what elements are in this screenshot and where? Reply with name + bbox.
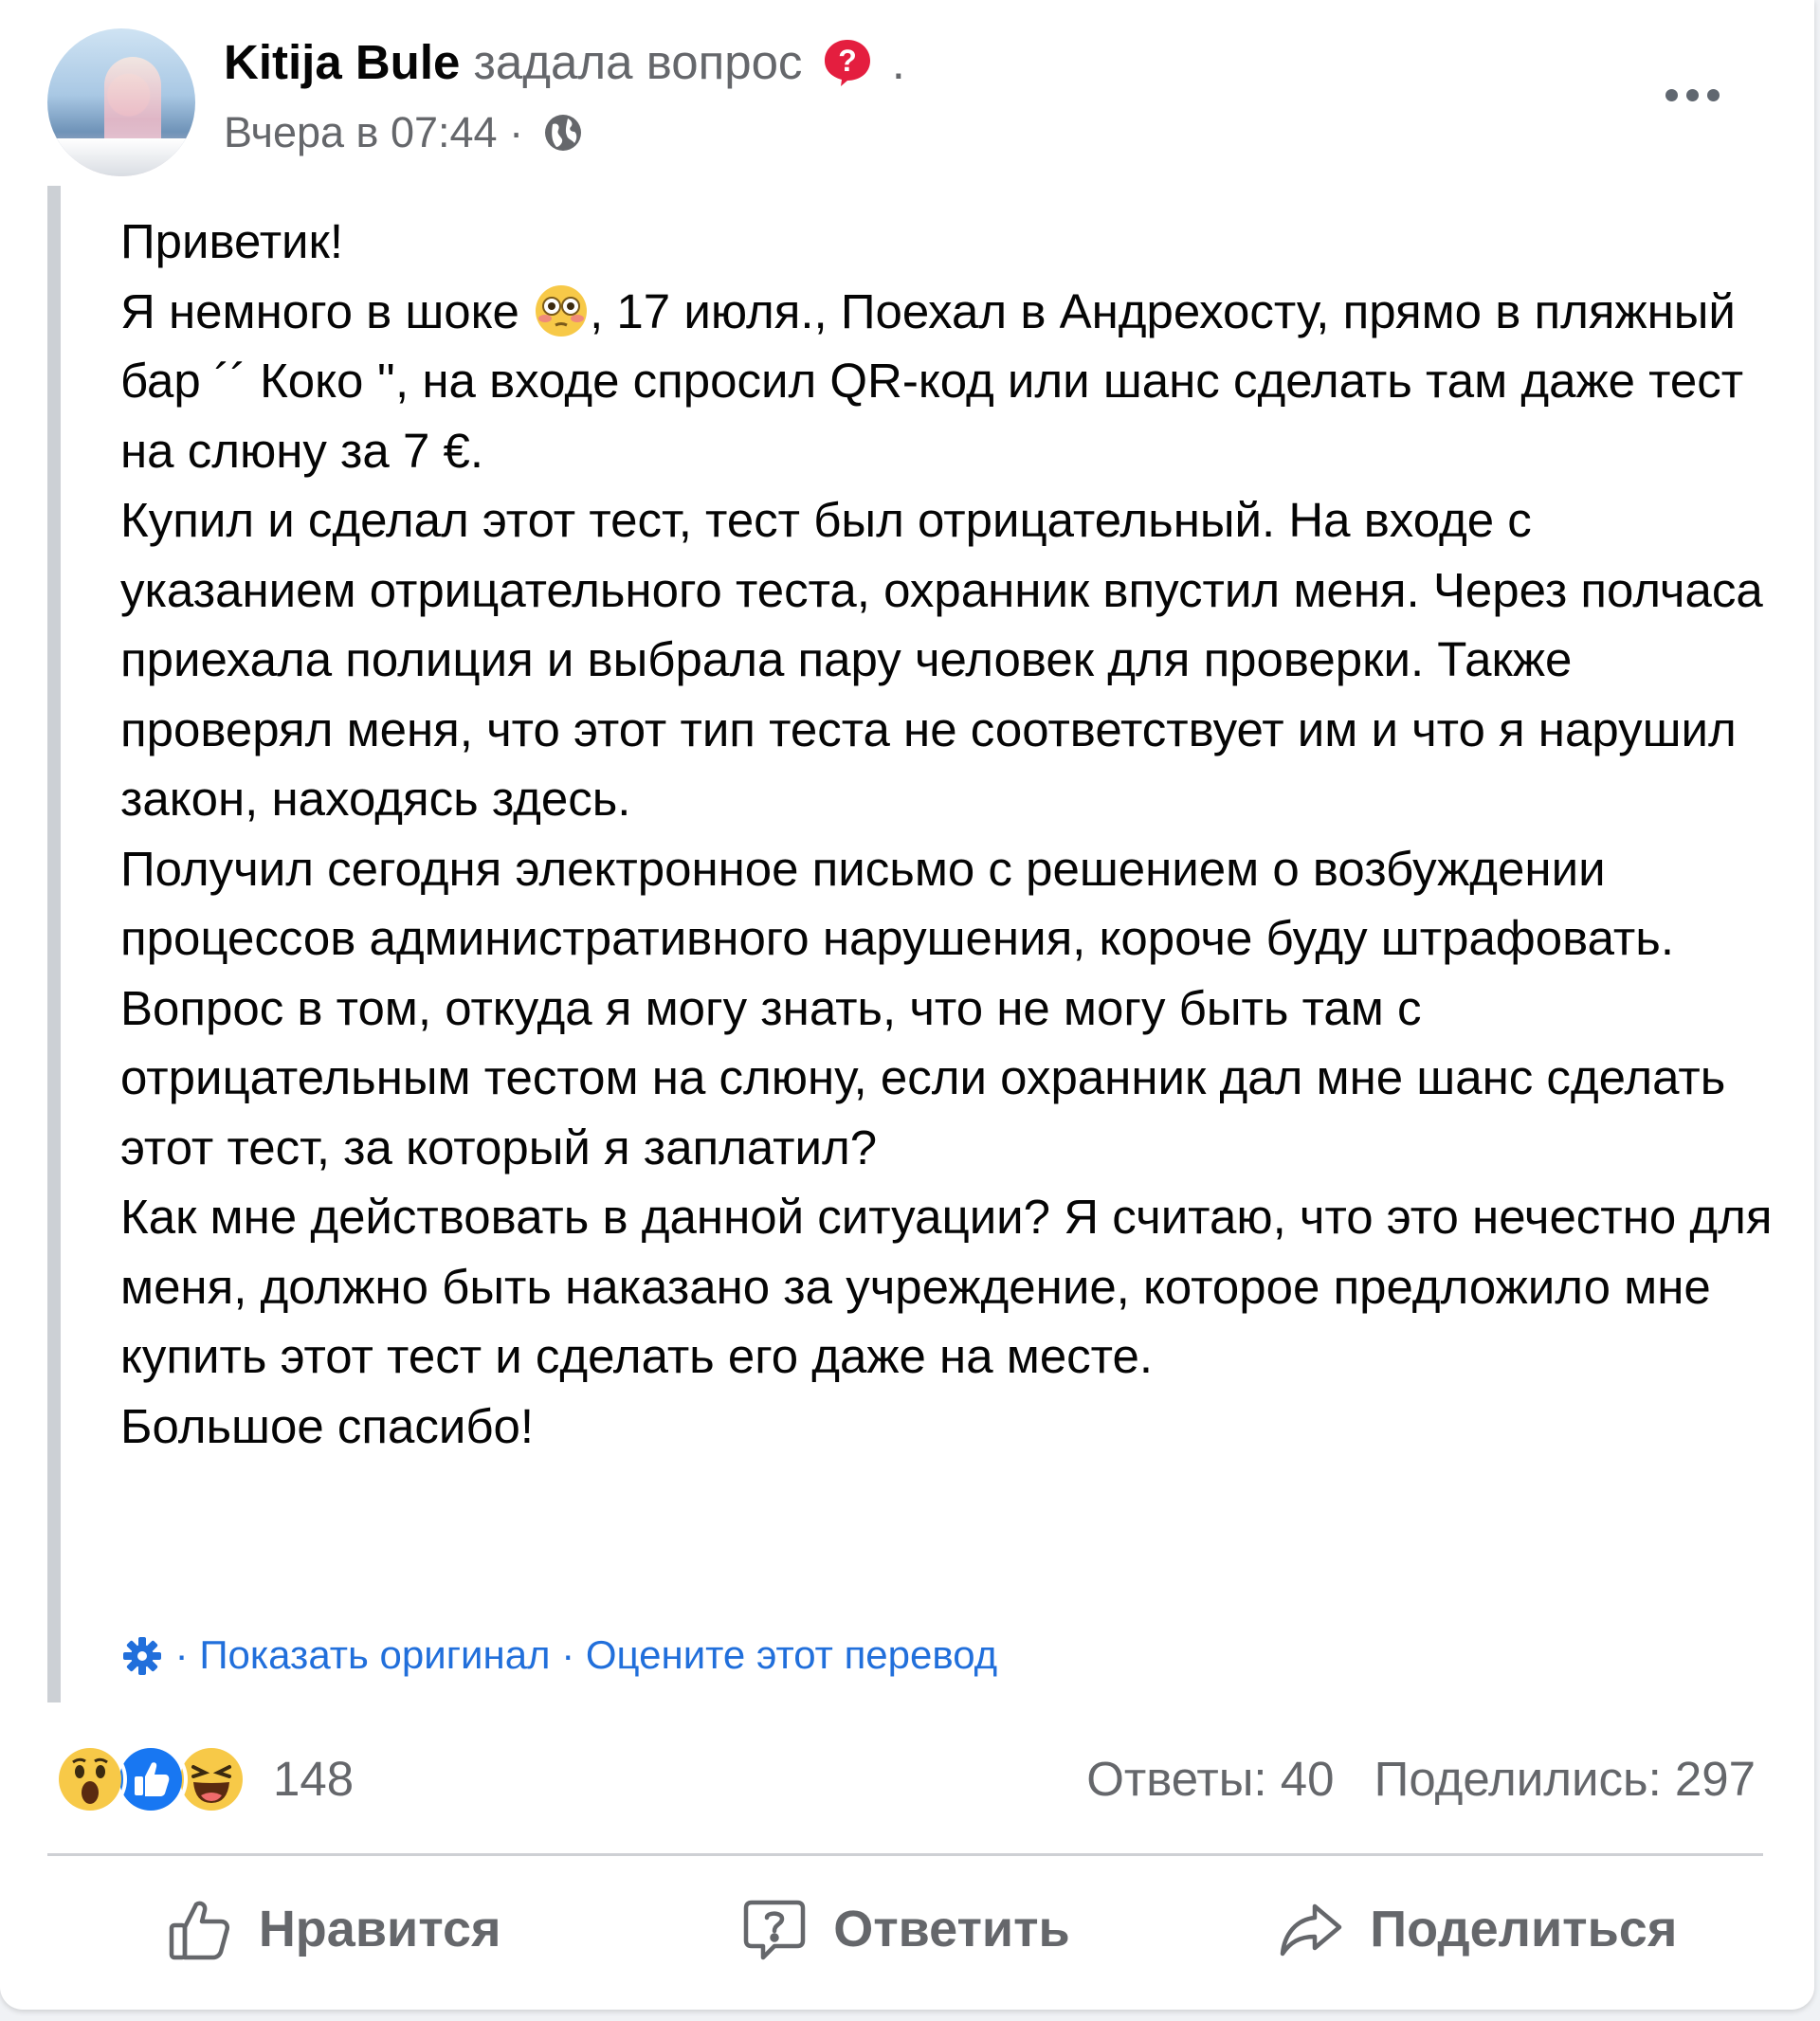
author-name[interactable]: Kitija Bule [224,35,460,89]
meta-separator: · [509,108,524,156]
share-button-label: Поделиться [1370,1901,1678,1957]
quote-bar [47,186,61,1702]
rate-translation-link[interactable]: Оцените этот перевод [586,1632,997,1677]
question-badge-icon: ? [824,40,870,86]
post-actions: Нравится Ответить Поделиться [47,1872,1763,1986]
wow-reaction-icon [53,1742,127,1816]
post-paragraph: Большое спасибо! [120,1398,535,1453]
answer-question-icon [743,1900,806,1960]
like-button-label: Нравится [258,1901,501,1957]
like-button[interactable]: Нравится [47,1872,619,1986]
more-dot-icon [1665,88,1678,101]
post-header-title: Kitija Bule задала вопрос ? . [224,34,905,91]
show-original-link[interactable]: Показать оригинал [199,1632,550,1677]
share-button[interactable]: Поделиться [1192,1872,1763,1986]
answer-button-label: Ответить [833,1901,1070,1957]
author-avatar[interactable] [47,28,195,176]
header-trailing-dot: . [891,35,905,89]
more-dot-icon [1685,88,1699,101]
reactions-summary[interactable]: 148 [53,1742,354,1816]
answer-button[interactable]: Ответить [619,1872,1191,1986]
translation-separator: · [174,1632,200,1677]
post-text-fragment: Я немного в шоке [120,283,534,338]
post-paragraph: Купил и сделал этот тест, тест был отриц… [120,493,1763,826]
post-action-text: задала вопрос [473,35,803,89]
svg-text:?: ? [838,44,857,78]
more-options-button[interactable] [1649,57,1735,133]
more-dot-icon [1706,88,1720,101]
post-paragraph: Я немного в шоке , 17 июля., Поехал в Ан… [120,277,1779,486]
post-meta: Вчера в 07:44 · [224,106,585,159]
answers-count[interactable]: Ответы: 40 [1086,1752,1334,1806]
share-arrow-icon [1281,1903,1342,1957]
post-text: Приветик! Я немного в шоке , 17 июля., П… [120,207,1779,1461]
avatar-background [47,138,195,176]
flushed-face-icon [536,284,588,337]
shares-count[interactable]: Поделились: 297 [1374,1752,1756,1806]
globe-icon[interactable] [541,111,585,155]
post-paragraph: Вопрос в том, откуда я могу знать, что н… [120,980,1726,1174]
reaction-count[interactable]: 148 [273,1744,354,1814]
post-paragraph: Получил сегодня электронное письмо с реш… [120,841,1674,966]
actions-divider [47,1853,1763,1856]
post-stats: Ответы: 40 Поделились: 297 [1060,1744,1756,1814]
gear-icon[interactable] [120,1634,164,1678]
post-paragraph: Приветик! [120,214,344,268]
thumbs-up-icon [169,1901,229,1960]
translation-bar: · Показать оригинал · Оцените этот перев… [120,1627,997,1684]
post-paragraph: Как мне действовать в данной ситуации? Я… [120,1190,1773,1383]
post-card: Kitija Bule задала вопрос ? . Вчера в 07… [0,0,1814,2010]
translation-separator: · [561,1632,586,1677]
post-timestamp[interactable]: Вчера в 07:44 [224,108,498,156]
